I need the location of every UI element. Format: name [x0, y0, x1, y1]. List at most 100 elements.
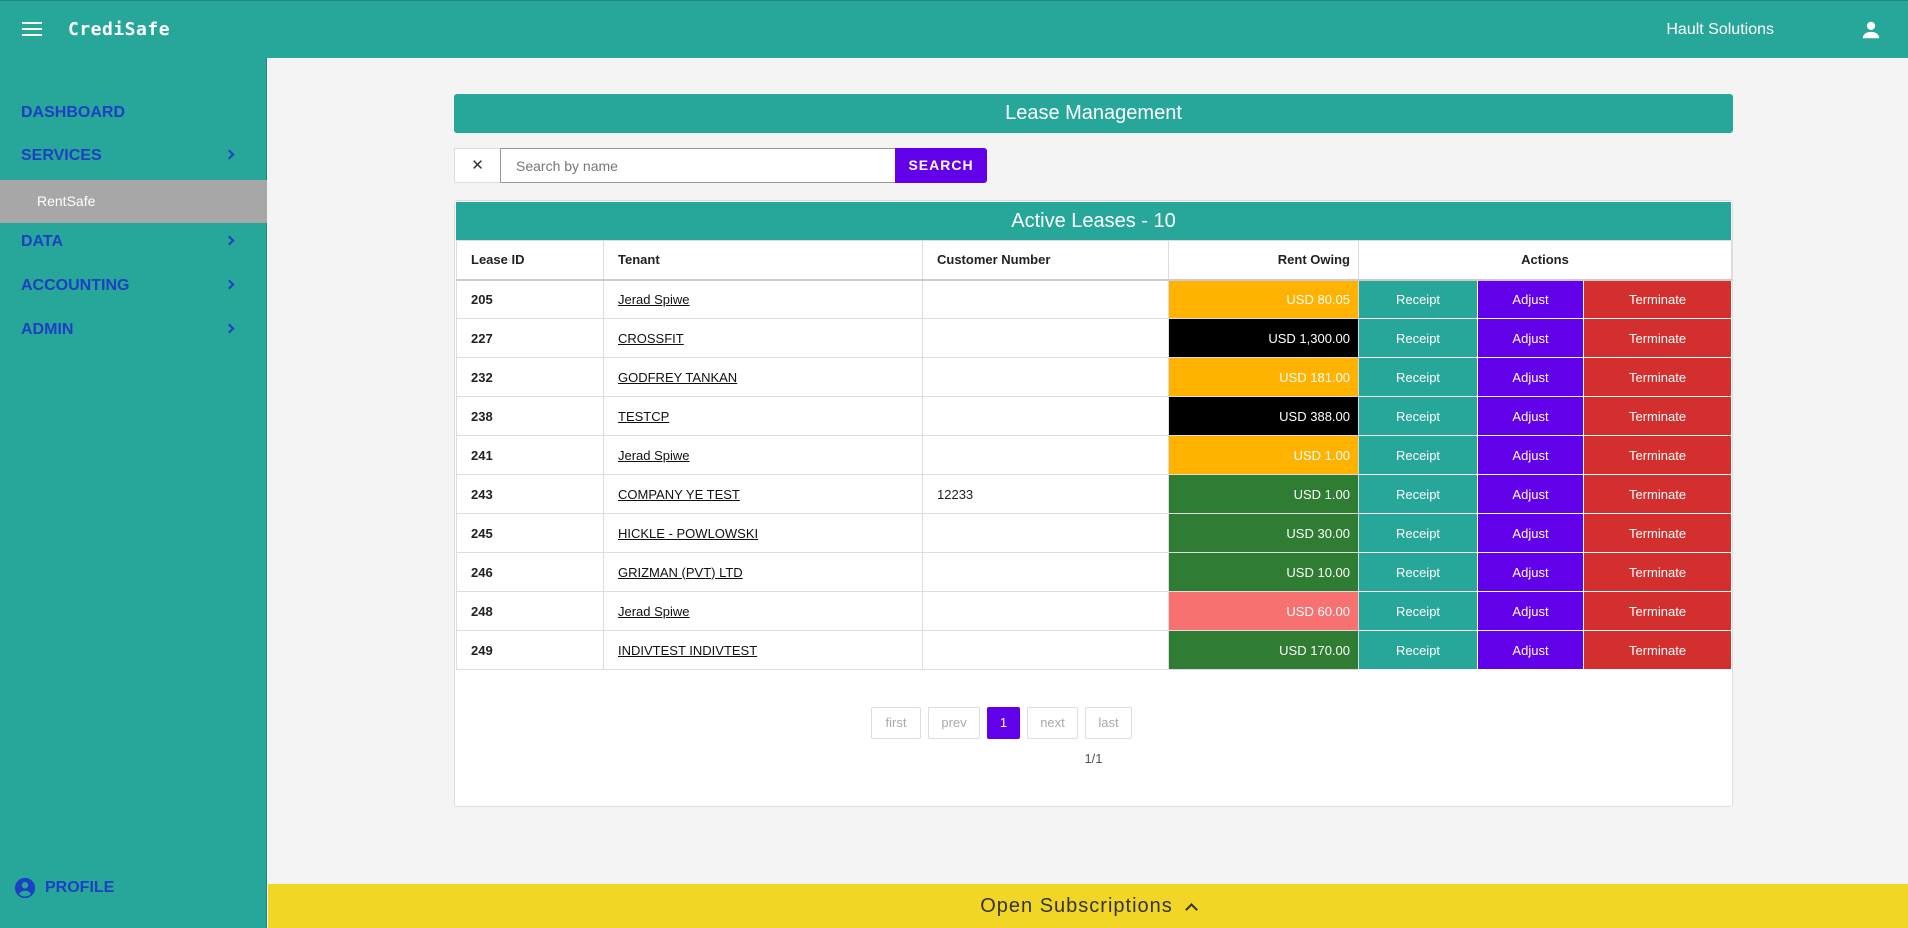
adjust-button[interactable]: Adjust — [1477, 552, 1584, 592]
pagination-next[interactable]: next — [1027, 707, 1078, 739]
tenant-link[interactable]: GODFREY TANKAN — [618, 370, 737, 385]
lease-id-cell: 238 — [456, 396, 604, 436]
table-row: 243 COMPANY YE TEST 12233 USD 1.00 Receipt Ad… — [456, 474, 1733, 514]
rent-owing-cell: USD 80.05 — [1168, 279, 1359, 319]
adjust-button[interactable]: Adjust — [1477, 630, 1584, 670]
terminate-button[interactable]: Terminate — [1582, 435, 1733, 475]
receipt-button[interactable]: Receipt — [1358, 318, 1478, 358]
customer-number-cell — [922, 552, 1169, 592]
tenant-cell: INDIVTEST INDIVTEST — [603, 630, 923, 670]
lease-id-cell: 205 — [456, 279, 604, 319]
terminate-button[interactable]: Terminate — [1582, 396, 1733, 436]
sidebar-item-data[interactable]: DATA — [0, 224, 267, 260]
lease-id-cell: 241 — [456, 435, 604, 475]
tenant-cell: HICKLE - POWLOWSKI — [603, 513, 923, 553]
rent-owing-cell: USD 1.00 — [1168, 435, 1359, 475]
pagination-info: 1/1 — [1084, 751, 1103, 766]
chevron-up-icon — [1184, 903, 1198, 916]
terminate-button[interactable]: Terminate — [1582, 318, 1733, 358]
chevron-right-icon — [224, 149, 235, 160]
receipt-button[interactable]: Receipt — [1358, 396, 1478, 436]
customer-number-cell — [922, 591, 1169, 631]
tenant-cell: Jerad Spiwe — [603, 591, 923, 631]
adjust-button[interactable]: Adjust — [1477, 279, 1584, 319]
sidebar-item-admin[interactable]: ADMIN — [0, 312, 267, 348]
column-header-rent-owing: Rent Owing — [1168, 240, 1359, 281]
tenant-link[interactable]: TESTCP — [618, 409, 669, 424]
tenant-link[interactable]: Jerad Spiwe — [618, 292, 690, 307]
customer-number-cell — [922, 357, 1169, 397]
search-input[interactable] — [500, 148, 896, 183]
top-app-bar: CrediSafe Hault Solutions — [0, 0, 1908, 58]
rent-owing-cell: USD 30.00 — [1168, 513, 1359, 553]
pagination-first[interactable]: first — [871, 707, 921, 739]
table-row: 205 Jerad Spiwe USD 80.05 Receipt Adjust Term… — [456, 279, 1733, 319]
table-row: 249 INDIVTEST INDIVTEST USD 170.00 Receipt A… — [456, 630, 1733, 670]
pagination-last[interactable]: last — [1085, 707, 1132, 739]
terminate-button[interactable]: Terminate — [1582, 474, 1733, 514]
sidebar-item-label: DASHBOARD — [21, 104, 125, 121]
adjust-button[interactable]: Adjust — [1477, 318, 1584, 358]
search-button[interactable]: SEARCH — [895, 148, 987, 183]
tenant-link[interactable]: CROSSFIT — [618, 331, 684, 346]
sidebar-subitem-rentsafe[interactable]: RentSafe — [0, 180, 267, 223]
receipt-button[interactable]: Receipt — [1358, 357, 1478, 397]
leases-table-body: 205 Jerad Spiwe USD 80.05 Receipt Adjust Term… — [456, 279, 1733, 670]
lease-id-cell: 249 — [456, 630, 604, 670]
profile-label: PROFILE — [45, 879, 115, 896]
tenant-link[interactable]: Jerad Spiwe — [618, 604, 690, 619]
clear-search-button[interactable]: ✕ — [454, 148, 500, 183]
adjust-button[interactable]: Adjust — [1477, 513, 1584, 553]
sidebar-item-accounting[interactable]: ACCOUNTING — [0, 268, 267, 304]
sidebar-item-services[interactable]: SERVICES — [0, 138, 267, 174]
adjust-button[interactable]: Adjust — [1477, 396, 1584, 436]
sidebar-item-label: DATA — [21, 233, 64, 250]
hamburger-menu-icon[interactable] — [22, 22, 42, 38]
tenant-link[interactable]: COMPANY YE TEST — [618, 487, 740, 502]
terminate-button[interactable]: Terminate — [1582, 357, 1733, 397]
chevron-right-icon — [224, 235, 235, 246]
receipt-button[interactable]: Receipt — [1358, 474, 1478, 514]
receipt-button[interactable]: Receipt — [1358, 552, 1478, 592]
rent-owing-cell: USD 10.00 — [1168, 552, 1359, 592]
pagination-current-page[interactable]: 1 — [987, 707, 1020, 739]
account-icon[interactable] — [1860, 19, 1882, 41]
table-row: 227 CROSSFIT USD 1,300.00 Receipt Adjust Term… — [456, 318, 1733, 358]
open-subscriptions-bar[interactable]: Open Subscriptions — [268, 884, 1908, 928]
leases-table: Lease ID Tenant Customer Number Rent Owi… — [456, 240, 1733, 670]
pagination-prev[interactable]: prev — [928, 707, 980, 739]
adjust-button[interactable]: Adjust — [1477, 435, 1584, 475]
page-title: Lease Management — [454, 94, 1733, 133]
sidebar-item-dashboard[interactable]: DASHBOARD — [0, 95, 267, 131]
column-header-actions: Actions — [1357, 240, 1733, 281]
terminate-button[interactable]: Terminate — [1582, 630, 1733, 670]
sidebar-item-label: SERVICES — [21, 147, 102, 164]
leases-card: Active Leases - 10 Lease ID Tenant Custo… — [454, 200, 1733, 807]
rent-owing-cell: USD 60.00 — [1168, 591, 1359, 631]
adjust-button[interactable]: Adjust — [1477, 357, 1584, 397]
receipt-button[interactable]: Receipt — [1358, 591, 1478, 631]
sidebar-item-label: RentSafe — [37, 193, 96, 209]
column-header-customer-number: Customer Number — [922, 240, 1169, 281]
tenant-link[interactable]: Jerad Spiwe — [618, 448, 690, 463]
customer-number-cell — [922, 435, 1169, 475]
terminate-button[interactable]: Terminate — [1582, 279, 1733, 319]
tenant-link[interactable]: INDIVTEST INDIVTEST — [618, 643, 757, 658]
table-row: 248 Jerad Spiwe USD 60.00 Receipt Adjust Term… — [456, 591, 1733, 631]
lease-id-cell: 245 — [456, 513, 604, 553]
adjust-button[interactable]: Adjust — [1477, 474, 1584, 514]
tenant-link[interactable]: HICKLE - POWLOWSKI — [618, 526, 758, 541]
open-subscriptions-label: Open Subscriptions — [980, 895, 1173, 917]
terminate-button[interactable]: Terminate — [1582, 552, 1733, 592]
receipt-button[interactable]: Receipt — [1358, 435, 1478, 475]
tenant-cell: CROSSFIT — [603, 318, 923, 358]
customer-number-cell — [922, 279, 1169, 319]
receipt-button[interactable]: Receipt — [1358, 513, 1478, 553]
adjust-button[interactable]: Adjust — [1477, 591, 1584, 631]
rent-owing-cell: USD 1,300.00 — [1168, 318, 1359, 358]
terminate-button[interactable]: Terminate — [1582, 591, 1733, 631]
receipt-button[interactable]: Receipt — [1358, 279, 1478, 319]
receipt-button[interactable]: Receipt — [1358, 630, 1478, 670]
tenant-link[interactable]: GRIZMAN (PVT) LTD — [618, 565, 743, 580]
terminate-button[interactable]: Terminate — [1582, 513, 1733, 553]
